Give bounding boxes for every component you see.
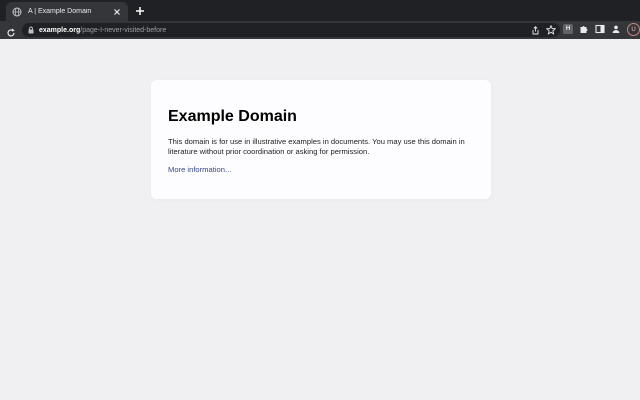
close-tab-icon[interactable] <box>112 7 122 17</box>
tab-title: A | Example Domain <box>28 8 92 15</box>
lock-icon[interactable] <box>27 26 35 34</box>
address-bar[interactable]: example.org/page-I-never-visited-before <box>22 23 560 37</box>
globe-icon <box>12 7 22 17</box>
plus-icon <box>135 6 145 16</box>
content-card: Example Domain This domain is for use in… <box>151 80 491 199</box>
more-information-link[interactable]: More information... <box>168 165 474 174</box>
side-panel-icon[interactable] <box>595 24 605 34</box>
new-tab-button[interactable] <box>134 5 146 17</box>
reload-icon[interactable] <box>6 25 16 37</box>
browser-tab[interactable]: A | Example Domain <box>6 2 128 21</box>
share-icon[interactable] <box>530 25 540 35</box>
body-text: This domain is for use in illustrative e… <box>168 137 465 156</box>
url-path: /page-I-never-visited-before <box>80 26 167 34</box>
star-icon[interactable] <box>546 25 556 35</box>
url-host: example.org <box>39 26 81 34</box>
avatar[interactable]: U <box>627 23 640 36</box>
tab-strip: A | Example Domain <box>0 0 640 21</box>
browser-toolbar: example.org/page-I-never-visited-before … <box>0 21 640 39</box>
profile-icon[interactable] <box>611 24 621 34</box>
page-title: Example Domain <box>168 108 297 125</box>
extension-h-icon[interactable]: H <box>563 24 573 34</box>
url-text: example.org/page-I-never-visited-before <box>39 27 166 34</box>
puzzle-icon[interactable] <box>579 24 589 34</box>
